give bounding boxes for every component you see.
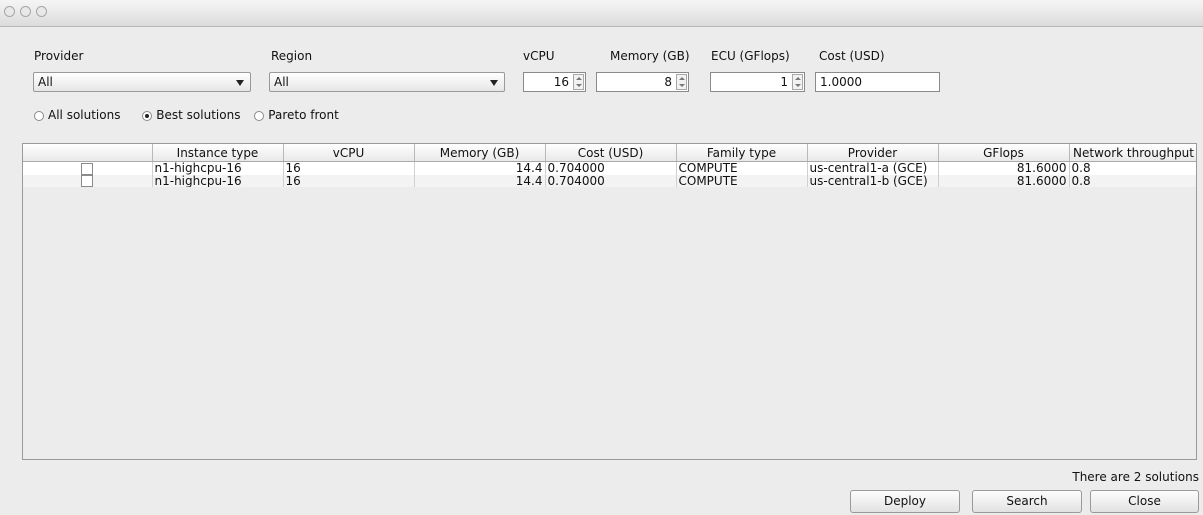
cell-gflops: 81.6000 [938,174,1070,187]
radio-off-icon [254,110,265,121]
status-text: There are 2 solutions [1072,470,1199,484]
vcpu-label: vCPU [523,49,555,63]
minimize-window-icon[interactable] [20,6,31,17]
column-header-memory[interactable]: Memory (GB) [414,144,546,162]
radio-pareto-label: Pareto front [268,107,339,122]
cell-instance-type: n1-highcpu-16 [152,174,284,187]
close-button[interactable]: Close [1090,490,1199,513]
radio-all-label: All solutions [48,107,121,122]
cell-family-type: COMPUTE [676,161,808,175]
provider-label: Provider [34,49,84,63]
spinner-arrows-icon[interactable] [792,74,803,90]
cell-memory: 14.4 [414,174,546,187]
cell-gflops: 81.6000 [938,161,1070,175]
cell-family-type: COMPUTE [676,174,808,187]
table-row[interactable]: n1-highcpu-16 16 14.4 0.704000 COMPUTE u… [23,161,1196,175]
table-row[interactable]: n1-highcpu-16 16 14.4 0.704000 COMPUTE u… [23,174,1196,187]
cell-network-throughput: 0.8 [1069,174,1196,187]
cell-provider: us-central1-a (GCE) [807,161,939,175]
ecu-label: ECU (GFlops) [711,49,790,63]
radio-best-label: Best solutions [156,107,241,122]
row-checkbox-cell [23,174,153,187]
column-header-cost[interactable]: Cost (USD) [545,144,677,162]
column-header-select[interactable] [23,144,153,162]
cell-memory: 14.4 [414,161,546,175]
ecu-spinner[interactable]: 1 [710,72,805,92]
cost-field[interactable]: 1.0000 [815,72,940,92]
cell-network-throughput: 0.8 [1069,161,1196,175]
vcpu-spinner[interactable]: 16 [523,72,586,92]
search-button[interactable]: Search [972,490,1082,513]
memory-spinner[interactable]: 8 [596,72,689,92]
vcpu-value: 16 [553,75,569,89]
radio-best-solutions[interactable]: Best solutions [142,108,240,122]
radio-on-icon [142,110,153,121]
radio-all-solutions[interactable]: All solutions [34,108,120,122]
solution-mode-group: All solutions Best solutions Pareto fron… [34,107,339,123]
cell-cost: 0.704000 [545,174,677,187]
close-window-icon[interactable] [4,6,15,17]
cell-vcpu: 16 [283,174,415,187]
region-select[interactable]: All [269,72,505,92]
ecu-value: 1 [780,75,788,89]
column-header-family-type[interactable]: Family type [676,144,808,162]
row-checkbox[interactable] [81,175,94,187]
radio-off-icon [34,110,44,121]
cost-label: Cost (USD) [819,49,885,63]
cell-vcpu: 16 [283,161,415,175]
column-header-network-throughput[interactable]: Network throughput [1069,144,1196,162]
cost-value: 1.0000 [820,75,862,89]
cell-instance-type: n1-highcpu-16 [152,161,284,175]
region-label: Region [271,49,313,63]
chevron-down-icon [490,80,498,86]
deploy-button[interactable]: Deploy [850,490,960,513]
column-header-instance-type[interactable]: Instance type [152,144,284,162]
chevron-down-icon [236,80,244,86]
region-select-value: All [274,75,289,89]
cell-cost: 0.704000 [545,161,677,175]
memory-label: Memory (GB) [610,49,690,63]
column-header-provider[interactable]: Provider [807,144,939,162]
spinner-arrows-icon[interactable] [676,74,687,90]
window-titlebar [0,0,1203,27]
row-checkbox[interactable] [81,162,94,175]
table-header-row: Instance type vCPU Memory (GB) Cost (USD… [23,144,1196,162]
radio-pareto-front[interactable]: Pareto front [254,108,339,122]
provider-select[interactable]: All [33,72,251,92]
zoom-window-icon[interactable] [36,6,47,17]
cell-provider: us-central1-b (GCE) [807,174,939,187]
row-checkbox-cell [23,161,153,175]
spinner-arrows-icon[interactable] [573,74,584,90]
memory-value: 8 [664,75,672,89]
results-table: Instance type vCPU Memory (GB) Cost (USD… [22,143,1197,460]
provider-select-value: All [38,75,53,89]
column-header-vcpu[interactable]: vCPU [283,144,415,162]
column-header-gflops[interactable]: GFlops [938,144,1070,162]
